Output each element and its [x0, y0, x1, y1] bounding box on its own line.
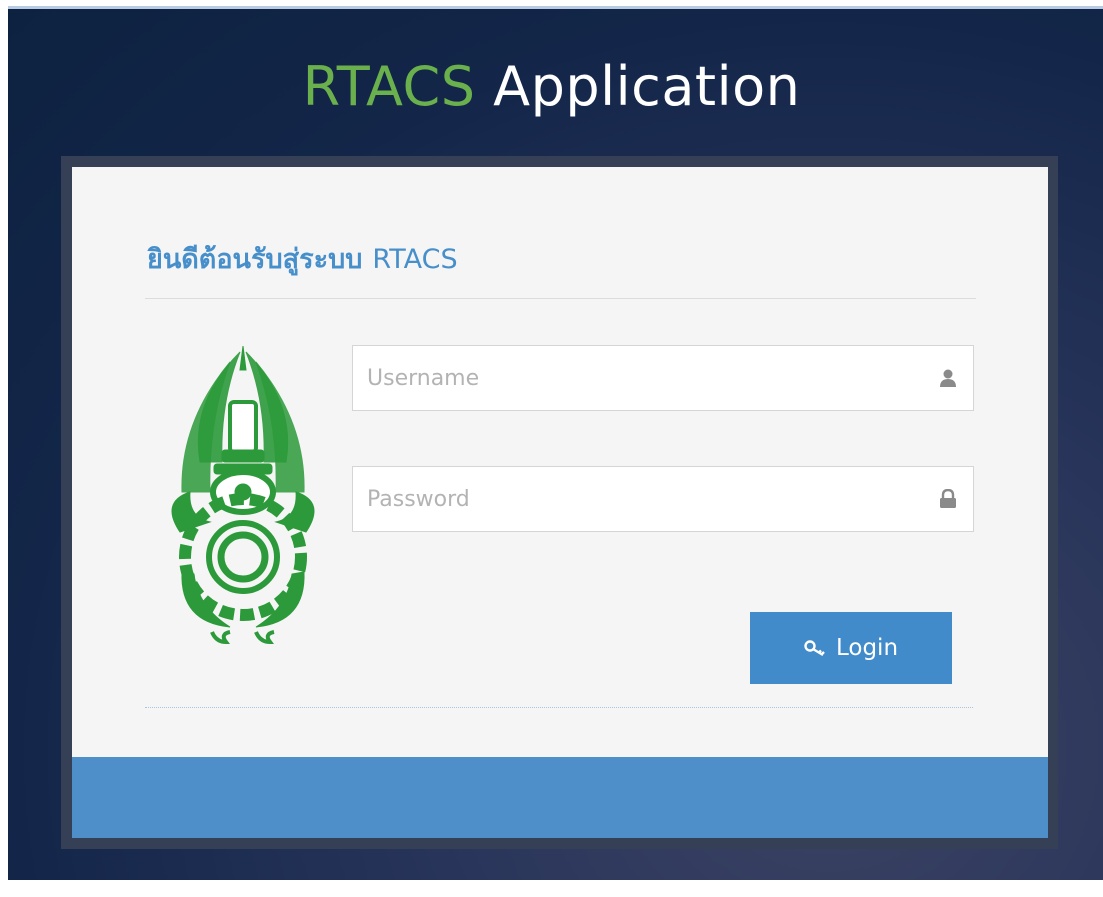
- app-title: RTACS Application: [0, 52, 1103, 122]
- royal-emblem-icon: [171, 345, 315, 645]
- username-field[interactable]: [352, 345, 974, 411]
- heading-divider: [145, 298, 976, 299]
- app-title-accent: RTACS: [302, 55, 476, 118]
- login-button-label: Login: [835, 635, 899, 661]
- login-button[interactable]: Login: [750, 612, 952, 684]
- welcome-system-name: RTACS: [372, 244, 458, 275]
- form-divider: [145, 707, 973, 708]
- app-title-rest: Application: [475, 55, 801, 118]
- password-field[interactable]: [352, 466, 974, 532]
- lock-icon: [940, 489, 956, 508]
- welcome-thai-text: ยินดีต้อนรับสู่ระบบ: [147, 244, 363, 275]
- user-icon: [940, 369, 956, 387]
- username-input[interactable]: [353, 346, 927, 410]
- login-footer: [72, 757, 1048, 838]
- key-icon: [804, 640, 825, 657]
- password-input[interactable]: [353, 467, 927, 531]
- welcome-heading: ยินดีต้อนรับสู่ระบบ RTACS: [147, 240, 458, 280]
